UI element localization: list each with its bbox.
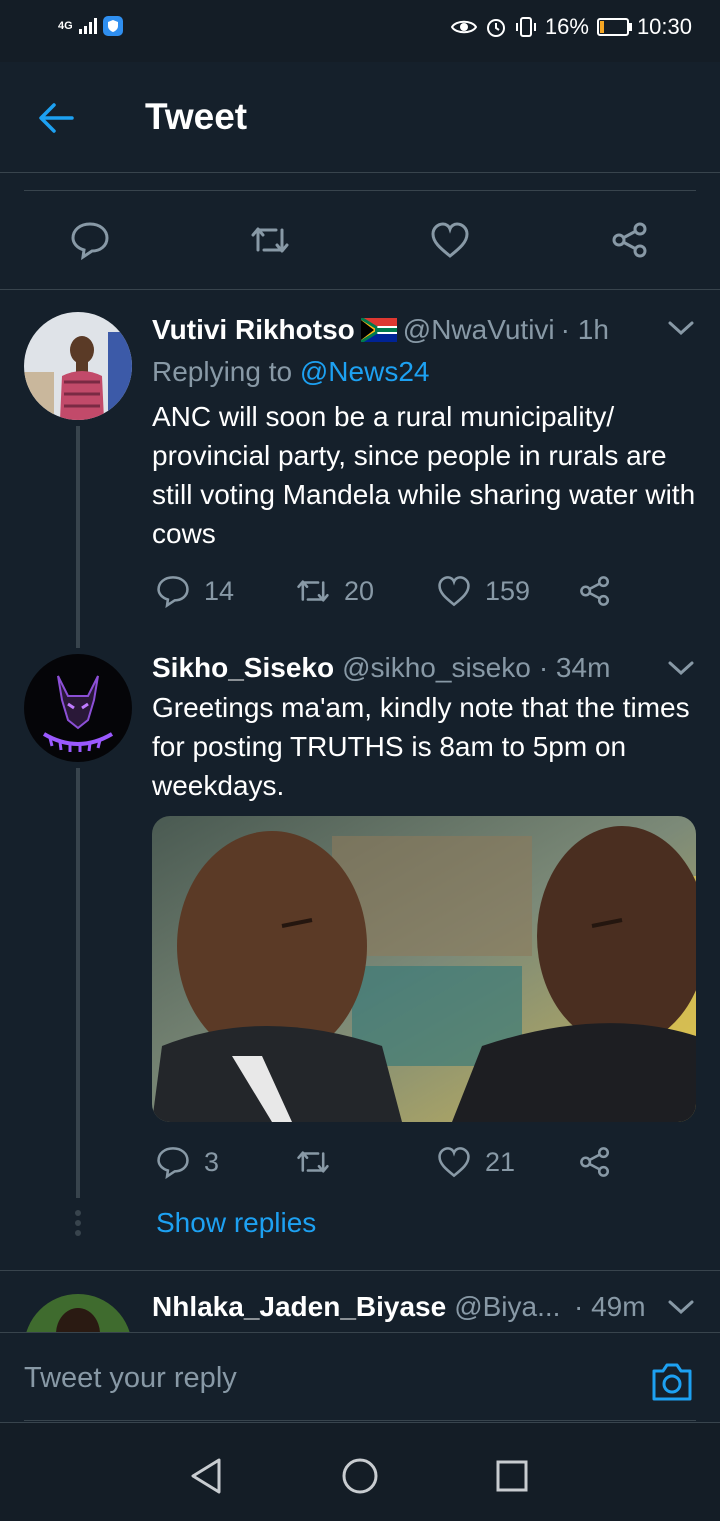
tweet-image[interactable] (152, 816, 696, 1122)
avatar[interactable] (24, 654, 132, 762)
tweet-header: Vutivi Rikhotso @NwaVutivi · 1h (152, 314, 609, 346)
like-count: 21 (485, 1146, 516, 1177)
tweet-time: · 34m (538, 652, 611, 683)
retweet-icon (297, 580, 329, 602)
user-handle: @NwaVutivi (402, 314, 555, 345)
chevron-down-icon[interactable] (667, 658, 695, 678)
signal-icon (78, 18, 97, 34)
reply-action[interactable]: 3 (156, 1145, 219, 1179)
reply-input[interactable]: Tweet your reply (24, 1362, 237, 1395)
display-name[interactable]: Nhlaka_Jaden_Biyase (152, 1291, 446, 1323)
show-replies-link[interactable]: Show replies (156, 1207, 316, 1239)
reply-icon[interactable] (70, 220, 110, 260)
chevron-down-icon[interactable] (667, 318, 695, 338)
more-dots (74, 1210, 82, 1236)
eye-icon (450, 20, 477, 34)
nav-recents-icon[interactable] (495, 1459, 529, 1493)
like-icon (438, 1147, 470, 1178)
tweet-text: Greetings ma'am, kindly note that the ti… (152, 692, 690, 801)
camera-icon[interactable] (650, 1361, 694, 1403)
like-action[interactable]: 159 (437, 574, 530, 608)
reply-count: 3 (204, 1146, 220, 1177)
battery-percent: 16% (544, 14, 589, 39)
shield-icon (102, 16, 123, 36)
nav-home-icon[interactable] (341, 1457, 379, 1495)
thread-line (76, 426, 80, 648)
battery-icon (596, 18, 632, 36)
display-name[interactable]: Vutivi Rikhotso (152, 314, 355, 346)
replying-to-link[interactable]: @News24 (300, 356, 430, 387)
alarm-icon (486, 19, 505, 37)
share-icon[interactable] (610, 220, 650, 260)
status-left: 4G (58, 16, 123, 36)
like-icon (438, 576, 470, 607)
retweet-icon (297, 1151, 329, 1173)
app-header (0, 62, 720, 173)
user-handle: @sikho_siseko (342, 652, 531, 683)
thread-line (76, 768, 80, 1198)
tweet-time: · 1h (560, 314, 609, 345)
share-action[interactable] (578, 1145, 612, 1179)
divider (0, 1270, 720, 1271)
replying-to: Replying to @News24 (152, 356, 429, 388)
south-africa-flag-icon (360, 318, 397, 342)
share-icon (580, 1147, 610, 1177)
share-action[interactable] (578, 574, 612, 608)
nav-back-icon[interactable] (188, 1456, 224, 1496)
divider (24, 190, 696, 191)
like-action[interactable]: 21 (437, 1145, 515, 1179)
tweet-header: Sikho_Siseko @sikho_siseko · 34m (152, 652, 610, 684)
retweet-action[interactable] (296, 1145, 330, 1179)
reply-icon (157, 1147, 189, 1179)
retweet-count: 20 (344, 575, 375, 606)
replying-to-label: Replying to (152, 356, 293, 387)
tweet-text: ANC will soon be a rural municipality/ p… (152, 401, 696, 549)
avatar[interactable] (24, 312, 132, 420)
divider (24, 1420, 696, 1421)
like-icon[interactable] (430, 220, 470, 260)
reply-action[interactable]: 14 (156, 574, 234, 608)
page-title: Tweet (145, 96, 248, 137)
network-type: 4G (58, 20, 73, 32)
avatar[interactable] (24, 1294, 132, 1332)
clock: 10:30 (636, 14, 692, 39)
retweet-action[interactable]: 20 (296, 574, 374, 608)
divider (0, 289, 720, 290)
user-handle: @Biya... (454, 1291, 561, 1322)
reply-count: 14 (204, 575, 235, 606)
status-right: 16% 10:30 (450, 14, 692, 40)
tweet-header: Nhlaka_Jaden_Biyase @Biya... (152, 1291, 560, 1323)
reply-icon (157, 576, 189, 608)
share-icon (580, 576, 610, 606)
back-arrow-icon[interactable] (36, 98, 76, 138)
retweet-icon[interactable] (250, 220, 290, 260)
vibrate-icon (515, 17, 536, 37)
display-name[interactable]: Sikho_Siseko (152, 652, 334, 684)
tweet-time: · 49m (574, 1291, 646, 1322)
like-count: 159 (485, 575, 531, 606)
chevron-down-icon[interactable] (667, 1297, 695, 1317)
